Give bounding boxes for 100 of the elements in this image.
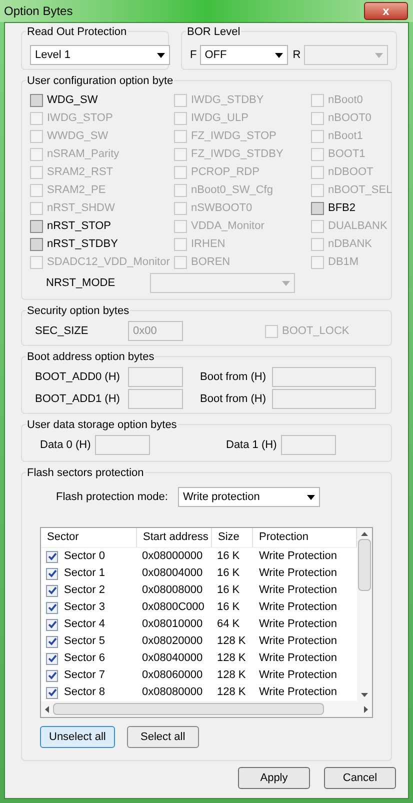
group-label: Security option bytes [26,303,130,320]
table-cell-text: 16 K [216,583,241,598]
checkbox-label: nBoot0 [328,92,363,108]
table-cell-text: Sector 7 [64,668,105,684]
table-cell-text: 0x08004000 [141,566,204,582]
dropdown[interactable]: Write protection [178,487,320,507]
checkbox[interactable] [46,618,58,630]
table-cell-text: Sector 5 [64,634,105,650]
checkbox-label: BOREN [191,254,230,270]
checkbox[interactable] [46,670,58,682]
table-cell-text: Sector 1 [64,566,105,582]
checkbox-label: nDBOOT [328,164,374,180]
checkbox-label: nBOOT0 [328,110,372,126]
table-cell-text: Sector 3 [64,600,105,616]
column-header[interactable]: Size [212,528,253,547]
table-cell-text: Write Protection [258,685,338,700]
checkbox-label: PCROP_RDP [191,164,260,180]
scrollbar-thumb[interactable] [53,703,324,715]
checkbox[interactable] [46,602,58,614]
table-cell-text: 0x0800C000 [141,600,206,616]
caret-icon [307,494,315,500]
checkbox-label: DUALBANK [328,218,388,234]
table-cell-text: 0x08060000 [141,668,204,684]
dropdown[interactable]: Level 1 [30,45,170,65]
table-action-button[interactable]: Unselect all [40,726,115,748]
table-cell-text: 0x08080000 [141,685,204,700]
table-cell-text: 64 K [216,617,241,632]
group-label: User configuration option byte [26,73,174,90]
table-cell-text: Sector 8 [64,685,105,700]
column-header[interactable]: Start address [137,528,212,547]
input-field[interactable] [128,389,183,409]
group-label: Flash sectors protection [26,465,145,482]
checkbox[interactable] [311,202,324,214]
table-cell-text: 0x08000000 [141,549,204,564]
checkbox[interactable] [46,550,58,562]
table-cell-text: 0x08040000 [141,651,204,666]
table-cell-text: Write Protection [258,549,338,564]
checkbox[interactable] [46,636,58,648]
table-cell-text: 128 K [216,634,247,650]
table-cell-text: Write Protection [258,617,338,632]
table-cell-text: Write Protection [258,634,338,650]
dropdown[interactable]: OFF [200,45,288,65]
checkbox-label: nDBANK [328,236,372,252]
input-field[interactable] [272,389,376,409]
checkbox[interactable] [46,686,58,698]
checkbox-label: nSWBOOT0 [191,200,252,216]
input-field[interactable] [128,367,183,387]
table-cell-text: Write Protection [258,566,338,582]
checkbox-label: nBOOT_SEL [328,182,392,198]
checkbox[interactable] [30,94,43,106]
column-header[interactable]: Sector [41,528,137,547]
checkbox-label: BOOT1 [328,146,366,162]
checkbox-label: DB1M [328,254,359,270]
table-cell-text: Sector 4 [64,617,105,632]
checkbox[interactable] [46,568,58,580]
dialog-button[interactable]: Cancel [324,767,396,789]
checkbox[interactable] [30,220,43,232]
table-cell-text: Write Protection [258,583,338,598]
checkbox[interactable] [46,652,58,664]
checkbox-label: IWDG_STDBY [191,92,264,108]
boot-from-label: Boot from (H) [200,392,268,407]
sec-size-label: SEC_SIZE [34,324,90,339]
table-cell-text: Sector 6 [64,651,105,666]
horizontal-scrollbar[interactable] [41,701,372,717]
r-label: R [292,48,301,63]
caret-icon [157,52,165,58]
table-cell-text: Sector 2 [64,583,105,598]
nrst-mode-label: NRST_MODE [45,276,116,291]
checkbox-label: SRAM2_PE [47,182,106,198]
table-cell-text: Write Protection [258,600,338,616]
input-field[interactable] [94,435,150,455]
protection-mode-label: Flash protection mode: [55,490,169,505]
checkbox-label: WDG_SW [47,92,98,108]
checkbox-label: nSRAM_Parity [47,146,120,162]
table-cell-text: Sector 0 [64,549,105,564]
input-field[interactable] [280,435,336,455]
scrollbar-thumb[interactable] [358,538,371,590]
checkbox-label: nRST_STOP [47,218,111,234]
checkbox-label: BFB2 [328,200,356,216]
dialog-button[interactable]: Apply [238,767,310,789]
window-title: Option Bytes [4,3,73,20]
table-cell-text: 16 K [216,566,241,582]
checkbox[interactable] [30,238,43,250]
caret-icon [274,52,283,58]
boot-address-label: BOOT_ADD0 (H) [34,370,121,385]
checkbox[interactable] [46,584,58,596]
table-action-button[interactable]: Select all [126,726,199,748]
checkbox-label: FZ_IWDG_STOP [191,128,276,144]
boot-address-label: BOOT_ADD1 (H) [34,392,121,407]
checkbox-label: IWDG_ULP [191,110,248,126]
table-cell-text: 0x08008000 [141,583,204,598]
vertical-scrollbar[interactable] [357,528,372,701]
checkbox-label: BOOT_LOCK [282,324,350,339]
scroll-left-icon [45,706,49,712]
table-cell-text: Write Protection [258,651,338,666]
checkbox-label: IRHEN [191,236,226,252]
scroll-right-icon [364,706,368,712]
data-label: Data 1 (H) [226,438,277,453]
table-cell-text: 128 K [216,668,247,684]
input-field[interactable] [272,367,376,387]
